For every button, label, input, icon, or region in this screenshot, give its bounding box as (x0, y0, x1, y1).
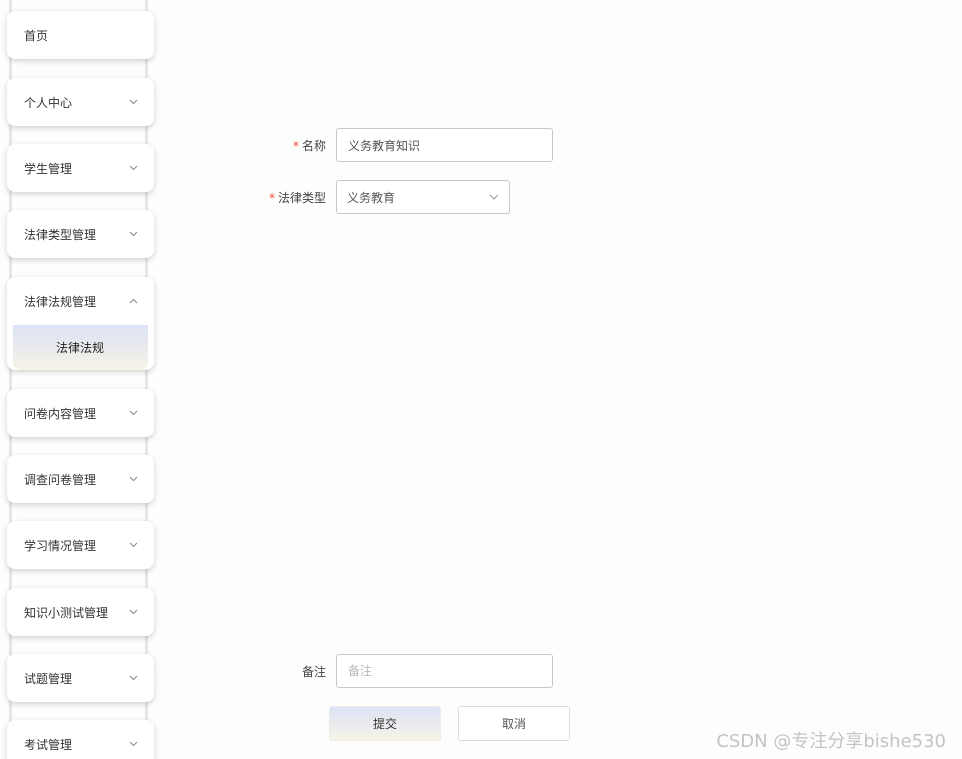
sidebar-item-question-management[interactable]: 试题管理 (7, 654, 154, 702)
cancel-button[interactable]: 取消 (458, 706, 570, 741)
watermark: CSDN @专注分享bishe530 (716, 731, 946, 752)
sidebar-item-quiz-management[interactable]: 知识小测试管理 (7, 588, 154, 636)
sidebar-item-label: 问卷内容管理 (24, 406, 97, 421)
law-type-form-row: * 法律类型 义务教育 (246, 180, 510, 214)
sidebar-item-home[interactable]: 首页 (7, 11, 154, 59)
sidebar-item-label: 学习情况管理 (24, 538, 97, 553)
sidebar-subitem-law-regulation[interactable]: 法律法规 (13, 325, 148, 370)
page: 首页 个人中心 学生管理 法律类型管理 法律法规管理 法律法规 问卷内容管理 调… (0, 0, 962, 759)
sidebar-item-student-management[interactable]: 学生管理 (7, 144, 154, 192)
sidebar-item-questionnaire-content-management[interactable]: 问卷内容管理 (7, 389, 154, 437)
sidebar-item-label: 调查问卷管理 (24, 472, 97, 487)
chevron-down-icon (128, 408, 138, 418)
chevron-down-icon (128, 673, 138, 683)
sidebar-subitem-label: 法律法规 (56, 341, 105, 355)
remark-label: 备注 (301, 664, 326, 679)
sidebar-item-label: 考试管理 (24, 737, 73, 752)
chevron-down-icon (128, 607, 138, 617)
name-form-row: * 名称 (246, 128, 553, 162)
chevron-down-icon (128, 739, 138, 749)
law-type-select[interactable]: 义务教育 (336, 180, 510, 214)
sidebar-item-law-regulation-management[interactable]: 法律法规管理 法律法规 (7, 277, 154, 370)
sidebar-item-label: 法律类型管理 (24, 227, 97, 242)
chevron-up-icon (128, 296, 138, 306)
chevron-down-icon (128, 97, 138, 107)
sidebar-item-personal-center[interactable]: 个人中心 (7, 78, 154, 126)
required-mark: * (268, 190, 275, 205)
sidebar-item-law-type-management[interactable]: 法律类型管理 (7, 210, 154, 258)
sidebar: 首页 个人中心 学生管理 法律类型管理 法律法规管理 法律法规 问卷内容管理 调… (0, 0, 162, 759)
remark-form-row: 备注 (246, 654, 553, 688)
sidebar-item-survey-management[interactable]: 调查问卷管理 (7, 455, 154, 503)
sidebar-item-exam-management[interactable]: 考试管理 (7, 720, 154, 759)
sidebar-item-study-status-management[interactable]: 学习情况管理 (7, 521, 154, 569)
remark-input[interactable] (336, 654, 553, 688)
law-type-label: * 法律类型 (268, 190, 326, 205)
sidebar-item-label: 知识小测试管理 (24, 605, 109, 620)
sidebar-item-label: 个人中心 (24, 95, 73, 110)
chevron-down-icon (128, 163, 138, 173)
chevron-down-icon (128, 540, 138, 550)
chevron-down-icon (128, 229, 138, 239)
law-type-selected-value: 义务教育 (347, 190, 396, 205)
sidebar-item-label: 学生管理 (24, 161, 73, 176)
name-label: * 名称 (292, 138, 326, 153)
chevron-down-icon (489, 192, 499, 202)
sidebar-item-label: 法律法规管理 (24, 294, 97, 309)
sidebar-item-label: 试题管理 (24, 671, 73, 686)
chevron-down-icon (128, 474, 138, 484)
required-mark: * (292, 138, 299, 153)
submit-button[interactable]: 提交 (329, 706, 441, 741)
name-input[interactable] (336, 128, 553, 162)
sidebar-item-label: 首页 (24, 28, 49, 43)
